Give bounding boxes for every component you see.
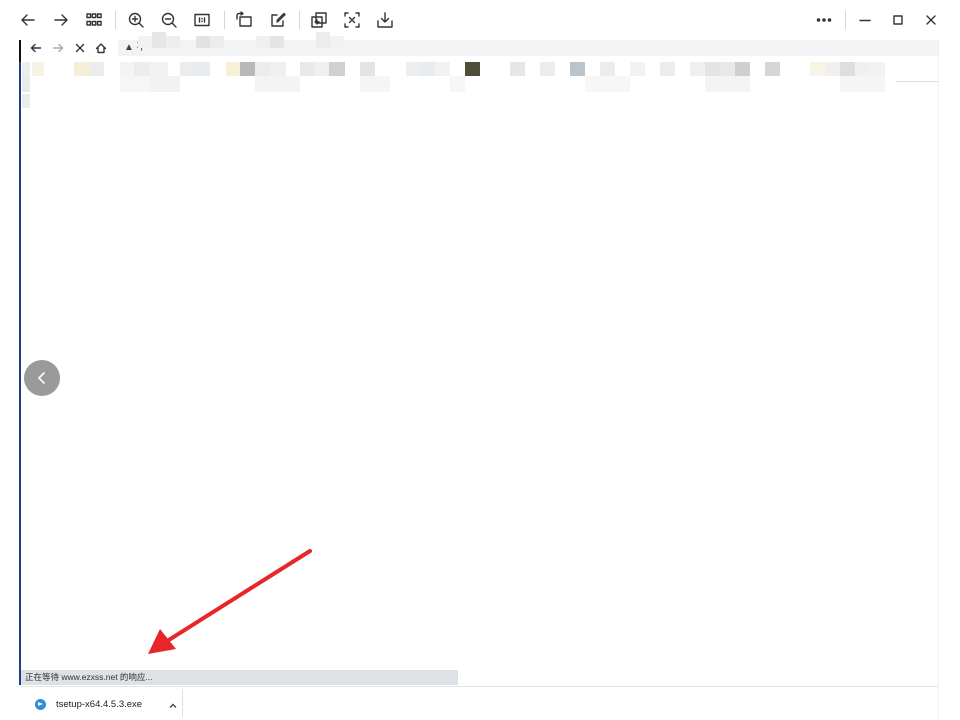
rotate-icon[interactable] <box>232 8 256 32</box>
bookmarks-divider <box>896 81 938 82</box>
copy-image-icon[interactable] <box>307 8 331 32</box>
grid-view-icon[interactable] <box>82 8 106 32</box>
download-item[interactable]: tsetup-x64.4.5.3.exe <box>29 692 191 716</box>
toolbar-divider <box>299 11 300 29</box>
browser-window-edge-top <box>19 40 21 62</box>
more-options-icon[interactable] <box>812 8 836 32</box>
red-annotation-arrow <box>148 549 312 654</box>
redacted-mosaic <box>22 62 885 92</box>
forward-arrow-icon[interactable] <box>49 8 73 32</box>
chevron-up-icon[interactable] <box>168 698 180 710</box>
previous-image-button[interactable] <box>24 360 60 396</box>
download-divider <box>182 689 183 717</box>
minimize-icon[interactable] <box>853 8 877 32</box>
browser-back-icon[interactable] <box>27 39 45 57</box>
status-bar: 正在等待 www.ezxss.net 的响应... <box>21 670 458 685</box>
actual-size-icon[interactable] <box>190 8 214 32</box>
browser-home-icon[interactable] <box>92 39 110 57</box>
download-file-name: tsetup-x64.4.5.3.exe <box>56 698 143 710</box>
close-icon[interactable] <box>919 8 943 32</box>
viewer-right-border <box>938 40 939 720</box>
redacted-block <box>22 94 30 108</box>
address-redacted-mosaic <box>138 32 344 48</box>
maximize-icon[interactable] <box>886 8 910 32</box>
download-icon[interactable] <box>373 8 397 32</box>
back-arrow-icon[interactable] <box>16 8 40 32</box>
zoom-out-icon[interactable] <box>157 8 181 32</box>
browser-forward-icon[interactable] <box>49 39 67 57</box>
browser-stop-icon[interactable] <box>71 39 89 57</box>
bookmarks-bar-redacted <box>22 60 938 94</box>
toolbar-divider <box>845 11 846 29</box>
toolbar-divider <box>115 11 116 29</box>
telegram-file-icon <box>35 698 46 710</box>
crop-screenshot-icon[interactable] <box>340 8 364 32</box>
edit-icon[interactable] <box>266 8 290 32</box>
browser-window-edge <box>19 40 21 685</box>
zoom-in-icon[interactable] <box>124 8 148 32</box>
chevron-left-icon <box>38 372 45 384</box>
download-shelf: tsetup-x64.4.5.3.exe <box>21 686 938 720</box>
toolbar-divider <box>224 11 225 29</box>
